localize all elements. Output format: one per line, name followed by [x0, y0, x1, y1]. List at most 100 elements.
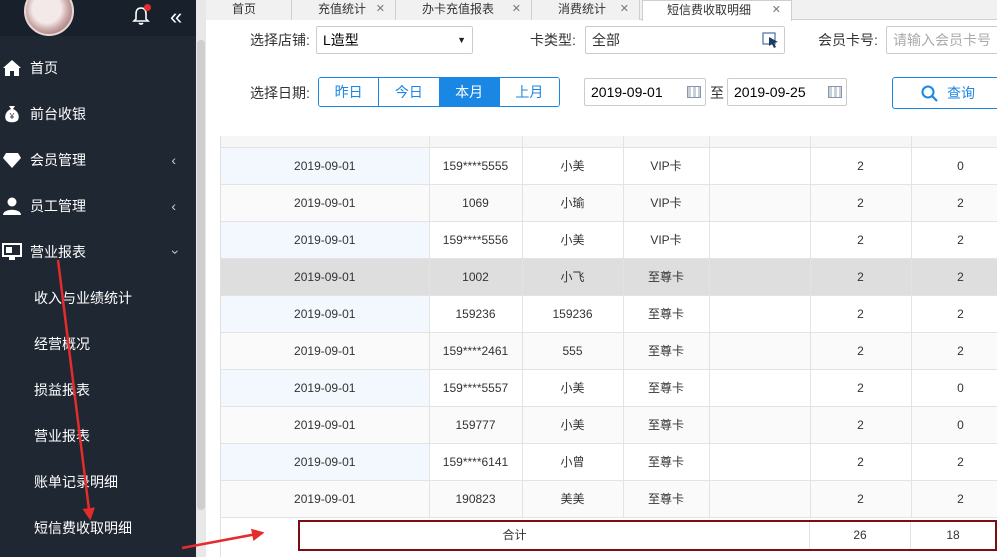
table-row[interactable]: 2019-09-01 190823 美美 至尊卡 2 2	[221, 480, 997, 518]
table-row[interactable]: 2019-09-01 159****2461 555 至尊卡 2 2	[221, 332, 997, 370]
cell-card-no: 1002	[429, 258, 523, 296]
submenu-label: 营业报表	[34, 428, 90, 444]
monitor-icon	[2, 243, 22, 260]
tab-sms-fee-details[interactable]: 短信费收取明细 ✕	[642, 0, 792, 21]
sidebar-item-members[interactable]: 会员管理 ‹	[0, 137, 196, 183]
tab-consumption-stats[interactable]: 消费统计 ✕	[532, 0, 640, 20]
close-icon[interactable]: ✕	[376, 0, 385, 18]
cell-name: 小瑜	[522, 184, 624, 222]
cell-blank	[709, 332, 811, 370]
member-card-input[interactable]: 请输入会员卡号	[886, 26, 997, 54]
cell-blank	[709, 221, 811, 259]
cell-value-a: 2	[810, 258, 912, 296]
date-to-input[interactable]: 2019-09-25	[727, 78, 847, 106]
tab-home[interactable]: 首页	[206, 0, 292, 20]
cell-blank	[709, 258, 811, 296]
sidebar-item-home[interactable]: 首页	[0, 45, 196, 91]
collapse-sidebar-icon[interactable]: «	[170, 4, 182, 30]
total-value-a: 26	[809, 522, 910, 549]
date-separator: 至	[710, 85, 724, 101]
date-option-last-month[interactable]: 上月	[499, 78, 559, 106]
tab-recharge-stats[interactable]: 充值统计 ✕	[292, 0, 396, 20]
cell-card-type: VIP卡	[623, 221, 710, 259]
cell-value-a: 2	[810, 480, 912, 518]
submenu-business-overview[interactable]: 经营概况	[0, 321, 196, 367]
sidebar-item-reports[interactable]: 营业报表 ‹	[0, 229, 196, 275]
query-button[interactable]: 查询	[892, 77, 997, 109]
calendar-icon[interactable]	[687, 86, 701, 98]
date-option-yesterday[interactable]: 昨日	[319, 78, 380, 106]
sidebar-header: «	[0, 0, 196, 36]
cell-date: 2019-09-01	[221, 480, 430, 518]
cell-value-b: 2	[911, 221, 997, 259]
close-icon[interactable]: ✕	[512, 0, 521, 18]
sidebar-item-label: 会员管理	[30, 152, 86, 168]
sidebar-item-staff[interactable]: 员工管理 ‹	[0, 183, 196, 229]
cell-card-type: 至尊卡	[623, 258, 710, 296]
submenu-label: 短信费收取明细	[34, 520, 132, 536]
cell-date: 2019-09-01	[221, 147, 430, 185]
submenu-bill-records[interactable]: 账单记录明细	[0, 459, 196, 505]
cell-date: 2019-09-01	[221, 295, 430, 333]
date-from-input[interactable]: 2019-09-01	[584, 78, 706, 106]
table-row[interactable]: 2019-09-01 1002 小飞 至尊卡 2 2	[221, 258, 997, 296]
cell-value-b: 2	[911, 480, 997, 518]
cell-blank	[709, 443, 811, 481]
tab-card-recharge-report[interactable]: 办卡充值报表 ✕	[396, 0, 532, 20]
notification-dot	[144, 4, 151, 11]
cell-value-b: 0	[911, 406, 997, 444]
table-row[interactable]: 2019-09-01 1069 小瑜 VIP卡 2 2	[221, 184, 997, 222]
store-select[interactable]: L造型 ▼	[316, 26, 473, 54]
submenu-income-stats[interactable]: 收入与业绩统计	[0, 275, 196, 321]
submenu-sms-fee-details[interactable]: 短信费收取明细	[0, 505, 196, 551]
cell-date: 2019-09-01	[221, 332, 430, 370]
cell-blank	[709, 480, 811, 518]
date-option-this-month[interactable]: 本月	[439, 78, 500, 106]
date-from-value: 2019-09-01	[591, 84, 663, 100]
cell-value-a: 2	[810, 443, 912, 481]
submenu-profit-loss[interactable]: 损益报表	[0, 367, 196, 413]
cell-blank	[709, 147, 811, 185]
cell-card-type: 至尊卡	[623, 406, 710, 444]
submenu-label: 损益报表	[34, 382, 90, 398]
table-row[interactable]: 2019-09-01 159236 159236 至尊卡 2 2	[221, 295, 997, 333]
total-label: 合计	[502, 528, 527, 542]
table-row[interactable]: 2019-09-01 159****6141 小曾 至尊卡 2 2	[221, 443, 997, 481]
sidebar: « 首页 ¥ 前台收银 会员管理 ‹ 员工管理 ‹ 营业报表 ‹ 收入与业绩统计…	[0, 0, 196, 557]
cell-card-type: VIP卡	[623, 147, 710, 185]
chevron-left-icon: ‹	[171, 198, 176, 214]
cell-name: 555	[522, 332, 624, 370]
scrollbar-thumb[interactable]	[197, 40, 205, 510]
dropdown-caret-icon: ▼	[457, 35, 466, 45]
cell-card-type: 至尊卡	[623, 332, 710, 370]
card-type-select[interactable]: 全部	[585, 26, 785, 54]
cell-card-type: 至尊卡	[623, 295, 710, 333]
sidebar-item-label: 首页	[30, 60, 58, 76]
cell-date: 2019-09-01	[221, 369, 430, 407]
card-type-label: 卡类型:	[530, 32, 576, 48]
user-icon	[3, 197, 21, 215]
cell-card-type: 至尊卡	[623, 369, 710, 407]
cell-card-type: VIP卡	[623, 184, 710, 222]
svg-text:¥: ¥	[9, 112, 15, 121]
cell-card-no: 159****2461	[429, 332, 523, 370]
close-icon[interactable]: ✕	[772, 1, 781, 19]
cell-value-a: 2	[810, 184, 912, 222]
cell-value-b: 2	[911, 258, 997, 296]
search-icon	[921, 85, 938, 102]
table-row[interactable]: 2019-09-01 159777 小美 至尊卡 2 0	[221, 406, 997, 444]
table-row[interactable]: 2019-09-01 159****5556 小美 VIP卡 2 2	[221, 221, 997, 259]
table-row[interactable]: 2019-09-01 159****5557 小美 至尊卡 2 0	[221, 369, 997, 407]
date-option-today[interactable]: 今日	[379, 78, 440, 106]
cell-date: 2019-09-01	[221, 221, 430, 259]
cell-card-no: 159236	[429, 295, 523, 333]
calendar-icon[interactable]	[828, 86, 842, 98]
close-icon[interactable]: ✕	[620, 0, 629, 18]
submenu-business-report[interactable]: 营业报表	[0, 413, 196, 459]
sidebar-scrollbar[interactable]	[196, 0, 206, 557]
total-blank	[729, 522, 809, 549]
table-row[interactable]: 2019-09-01 159****5555 小美 VIP卡 2 0	[221, 147, 997, 185]
date-range-toggle: 昨日 今日 本月 上月	[318, 77, 560, 107]
sidebar-item-cashier[interactable]: ¥ 前台收银	[0, 91, 196, 137]
cell-date: 2019-09-01	[221, 258, 430, 296]
